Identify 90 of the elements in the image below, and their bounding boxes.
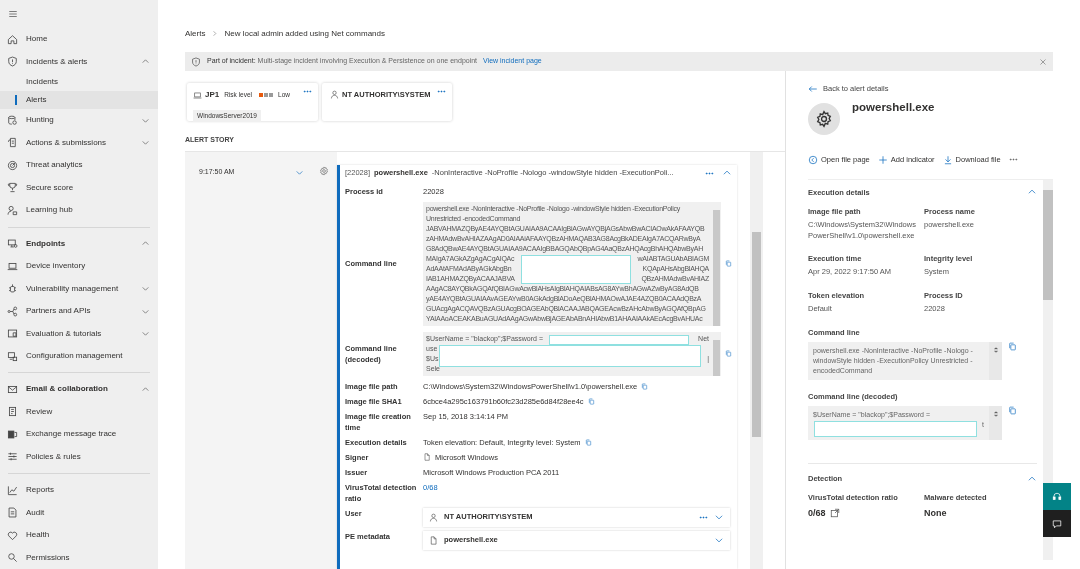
nav-item[interactable]: Policies & rules bbox=[0, 445, 158, 469]
command-textarea[interactable] bbox=[423, 201, 721, 326]
nav-item[interactable]: Configuration management bbox=[0, 344, 158, 368]
breadcrumb-link[interactable]: Alerts bbox=[185, 27, 206, 40]
nav-item[interactable]: Vulnerability management bbox=[0, 277, 158, 300]
chevron-icon[interactable] bbox=[722, 168, 732, 178]
clipboard-icon bbox=[7, 406, 18, 418]
scrollbar[interactable] bbox=[989, 341, 1002, 380]
person-icon bbox=[7, 204, 18, 216]
scroll-arrows-icon bbox=[992, 344, 999, 355]
envelope-icon bbox=[7, 383, 18, 395]
cylinder-icon bbox=[7, 114, 18, 126]
nav-item[interactable]: Email & collaboration bbox=[0, 378, 158, 401]
nav-item[interactable]: Home bbox=[0, 28, 158, 51]
radar-icon bbox=[7, 159, 18, 171]
scroll-arrows-icon bbox=[992, 409, 999, 419]
line-chart-icon bbox=[7, 484, 18, 496]
exchange-icon bbox=[7, 428, 18, 440]
nodes-icon bbox=[7, 305, 18, 317]
gear-icon bbox=[815, 110, 833, 129]
magnifier-icon bbox=[7, 552, 18, 564]
shield-icon bbox=[191, 56, 201, 67]
external-link-icon[interactable] bbox=[829, 508, 840, 519]
laptop-icon bbox=[193, 90, 202, 100]
nav-item[interactable]: Exchange message trace bbox=[0, 423, 158, 446]
home-icon bbox=[7, 33, 18, 45]
nav-item[interactable]: Evaluation & tutorials bbox=[0, 322, 158, 345]
open-icon bbox=[808, 154, 818, 165]
nav-item[interactable]: Audit bbox=[0, 501, 158, 524]
nav-item[interactable]: Hunting bbox=[0, 109, 158, 132]
person-icon bbox=[330, 90, 339, 99]
file-icon bbox=[429, 535, 438, 545]
nav-item[interactable]: Reports bbox=[0, 479, 158, 502]
copy-icon[interactable] bbox=[1008, 406, 1017, 415]
arrow-left-icon bbox=[808, 83, 818, 94]
more-icon[interactable] bbox=[303, 87, 312, 96]
nav-item[interactable]: Endpoints bbox=[0, 232, 158, 255]
window-icon bbox=[7, 328, 18, 340]
chevron-down-icon[interactable] bbox=[714, 535, 724, 545]
add-icon bbox=[877, 154, 888, 165]
detail-value: None bbox=[924, 506, 947, 520]
scrollbar[interactable] bbox=[989, 406, 1002, 440]
bug-icon bbox=[7, 283, 18, 295]
nav-item[interactable]: Incidents bbox=[0, 73, 158, 91]
nav-item[interactable]: Incidents & alerts bbox=[0, 50, 158, 73]
laptop-icon bbox=[7, 260, 18, 272]
chevron-icon[interactable] bbox=[141, 384, 150, 394]
panel-title: powershell.exe bbox=[852, 100, 935, 116]
copy-icon[interactable] bbox=[587, 397, 595, 405]
monitor-icon bbox=[7, 238, 18, 250]
device-name: JP1 bbox=[205, 89, 220, 101]
more-icon[interactable] bbox=[437, 87, 446, 96]
close-icon[interactable] bbox=[1039, 57, 1047, 66]
chat-icon bbox=[1052, 518, 1062, 529]
nav-item[interactable]: Actions & submissions bbox=[0, 131, 158, 154]
chevron-icon[interactable] bbox=[141, 284, 150, 294]
chevron-down-icon[interactable] bbox=[714, 512, 724, 522]
page-title: New local admin added using Net commands bbox=[224, 27, 385, 40]
scrollbar[interactable] bbox=[750, 151, 763, 569]
chevron-icon[interactable] bbox=[141, 138, 150, 148]
copy-icon[interactable] bbox=[725, 350, 732, 357]
menu-icon[interactable] bbox=[7, 9, 19, 19]
person-icon bbox=[429, 512, 438, 522]
copy-icon[interactable] bbox=[641, 382, 649, 390]
nav-item[interactable]: Partners and APIs bbox=[0, 299, 158, 323]
document-icon bbox=[7, 507, 18, 519]
heart-icon bbox=[7, 529, 18, 541]
nav-item[interactable]: Review bbox=[0, 400, 158, 424]
trophy-icon bbox=[7, 182, 18, 194]
gear-icon bbox=[318, 165, 329, 176]
headset-icon bbox=[1052, 491, 1062, 502]
chevron-right-icon bbox=[211, 30, 219, 37]
shield-icon bbox=[7, 56, 18, 68]
copy-icon[interactable] bbox=[725, 260, 732, 267]
chevron-icon[interactable] bbox=[141, 329, 150, 339]
nav-item[interactable]: Threat analytics bbox=[0, 154, 158, 177]
devices-icon bbox=[7, 350, 18, 362]
nav-item[interactable]: Alerts bbox=[0, 91, 158, 109]
nav-item[interactable]: Health bbox=[0, 524, 158, 547]
sliders-icon bbox=[7, 451, 18, 463]
nav-item[interactable]: Secure score bbox=[0, 176, 158, 199]
nav-item[interactable]: Permissions bbox=[0, 546, 158, 569]
nav-item[interactable]: Learning hub bbox=[0, 199, 158, 222]
help-button[interactable] bbox=[1043, 483, 1071, 510]
detail-value: 0/68 bbox=[808, 506, 826, 520]
feedback-button[interactable] bbox=[1043, 510, 1071, 537]
nav-item[interactable]: Device inventory bbox=[0, 254, 158, 278]
copy-icon[interactable] bbox=[584, 438, 592, 446]
copy-icon[interactable] bbox=[1008, 341, 1017, 351]
download-icon bbox=[942, 154, 953, 165]
